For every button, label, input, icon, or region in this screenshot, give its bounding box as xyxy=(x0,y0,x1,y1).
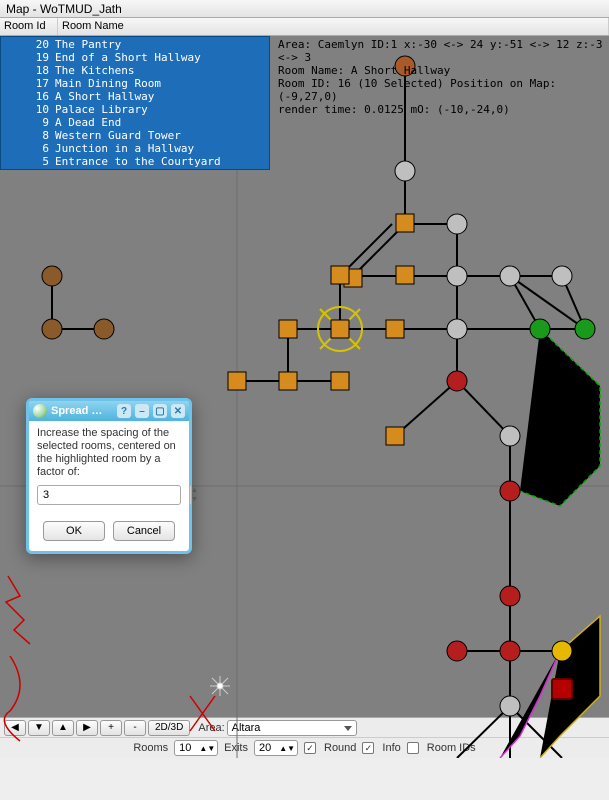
list-item[interactable]: 16A Short Hallway xyxy=(1,90,269,103)
window-title: Map - WoTMUD_Jath xyxy=(6,2,122,16)
close-icon[interactable]: ✕ xyxy=(171,404,185,418)
list-item[interactable]: 20The Pantry xyxy=(1,38,269,51)
minimize-icon[interactable]: – xyxy=(135,404,149,418)
spread-dialog: Spread … ? – ▢ ✕ Increase the spacing of… xyxy=(26,398,192,554)
list-item[interactable]: 17Main Dining Room xyxy=(1,77,269,90)
app-icon xyxy=(33,404,47,418)
list-item[interactable]: 5Entrance to the Courtyard xyxy=(1,155,269,168)
dialog-body-text: Increase the spacing of the selected roo… xyxy=(37,427,181,479)
factor-input[interactable] xyxy=(38,486,190,504)
list-item[interactable]: 9A Dead End xyxy=(1,116,269,129)
maximize-icon[interactable]: ▢ xyxy=(153,404,167,418)
stepper-down-icon[interactable]: ▼ xyxy=(191,495,198,504)
dialog-titlebar[interactable]: Spread … ? – ▢ ✕ xyxy=(29,401,189,421)
dialog-title-text: Spread … xyxy=(51,405,102,417)
list-item[interactable]: 6Junction in a Hallway xyxy=(1,142,269,155)
map-info-overlay: Area: Caemlyn ID:1 x:-30 <-> 24 y:-51 <-… xyxy=(278,38,605,116)
window-titlebar: Map - WoTMUD_Jath xyxy=(0,0,609,18)
col-room-id[interactable]: Room Id ▲ xyxy=(0,18,58,35)
svg-text:ਹ: ਹ xyxy=(556,682,566,697)
room-list-panel[interactable]: 20The Pantry 19End of a Short Hallway 18… xyxy=(0,36,270,170)
list-item[interactable]: 19End of a Short Hallway xyxy=(1,51,269,64)
map-canvas[interactable]: ਹ 20The Pantry 19End of a Short Hallway … xyxy=(0,36,609,758)
column-header[interactable]: Room Id ▲ Room Name xyxy=(0,18,609,36)
list-item[interactable]: 18The Kitchens xyxy=(1,64,269,77)
help-icon[interactable]: ? xyxy=(117,404,131,418)
factor-stepper[interactable]: ▲ ▼ xyxy=(37,485,181,505)
stepper-up-icon[interactable]: ▲ xyxy=(191,486,198,495)
ok-button[interactable]: OK xyxy=(43,521,105,541)
list-item[interactable]: 8Western Guard Tower xyxy=(1,129,269,142)
list-item[interactable]: 10Palace Library xyxy=(1,103,269,116)
col-room-name[interactable]: Room Name xyxy=(58,18,609,35)
cancel-button[interactable]: Cancel xyxy=(113,521,175,541)
